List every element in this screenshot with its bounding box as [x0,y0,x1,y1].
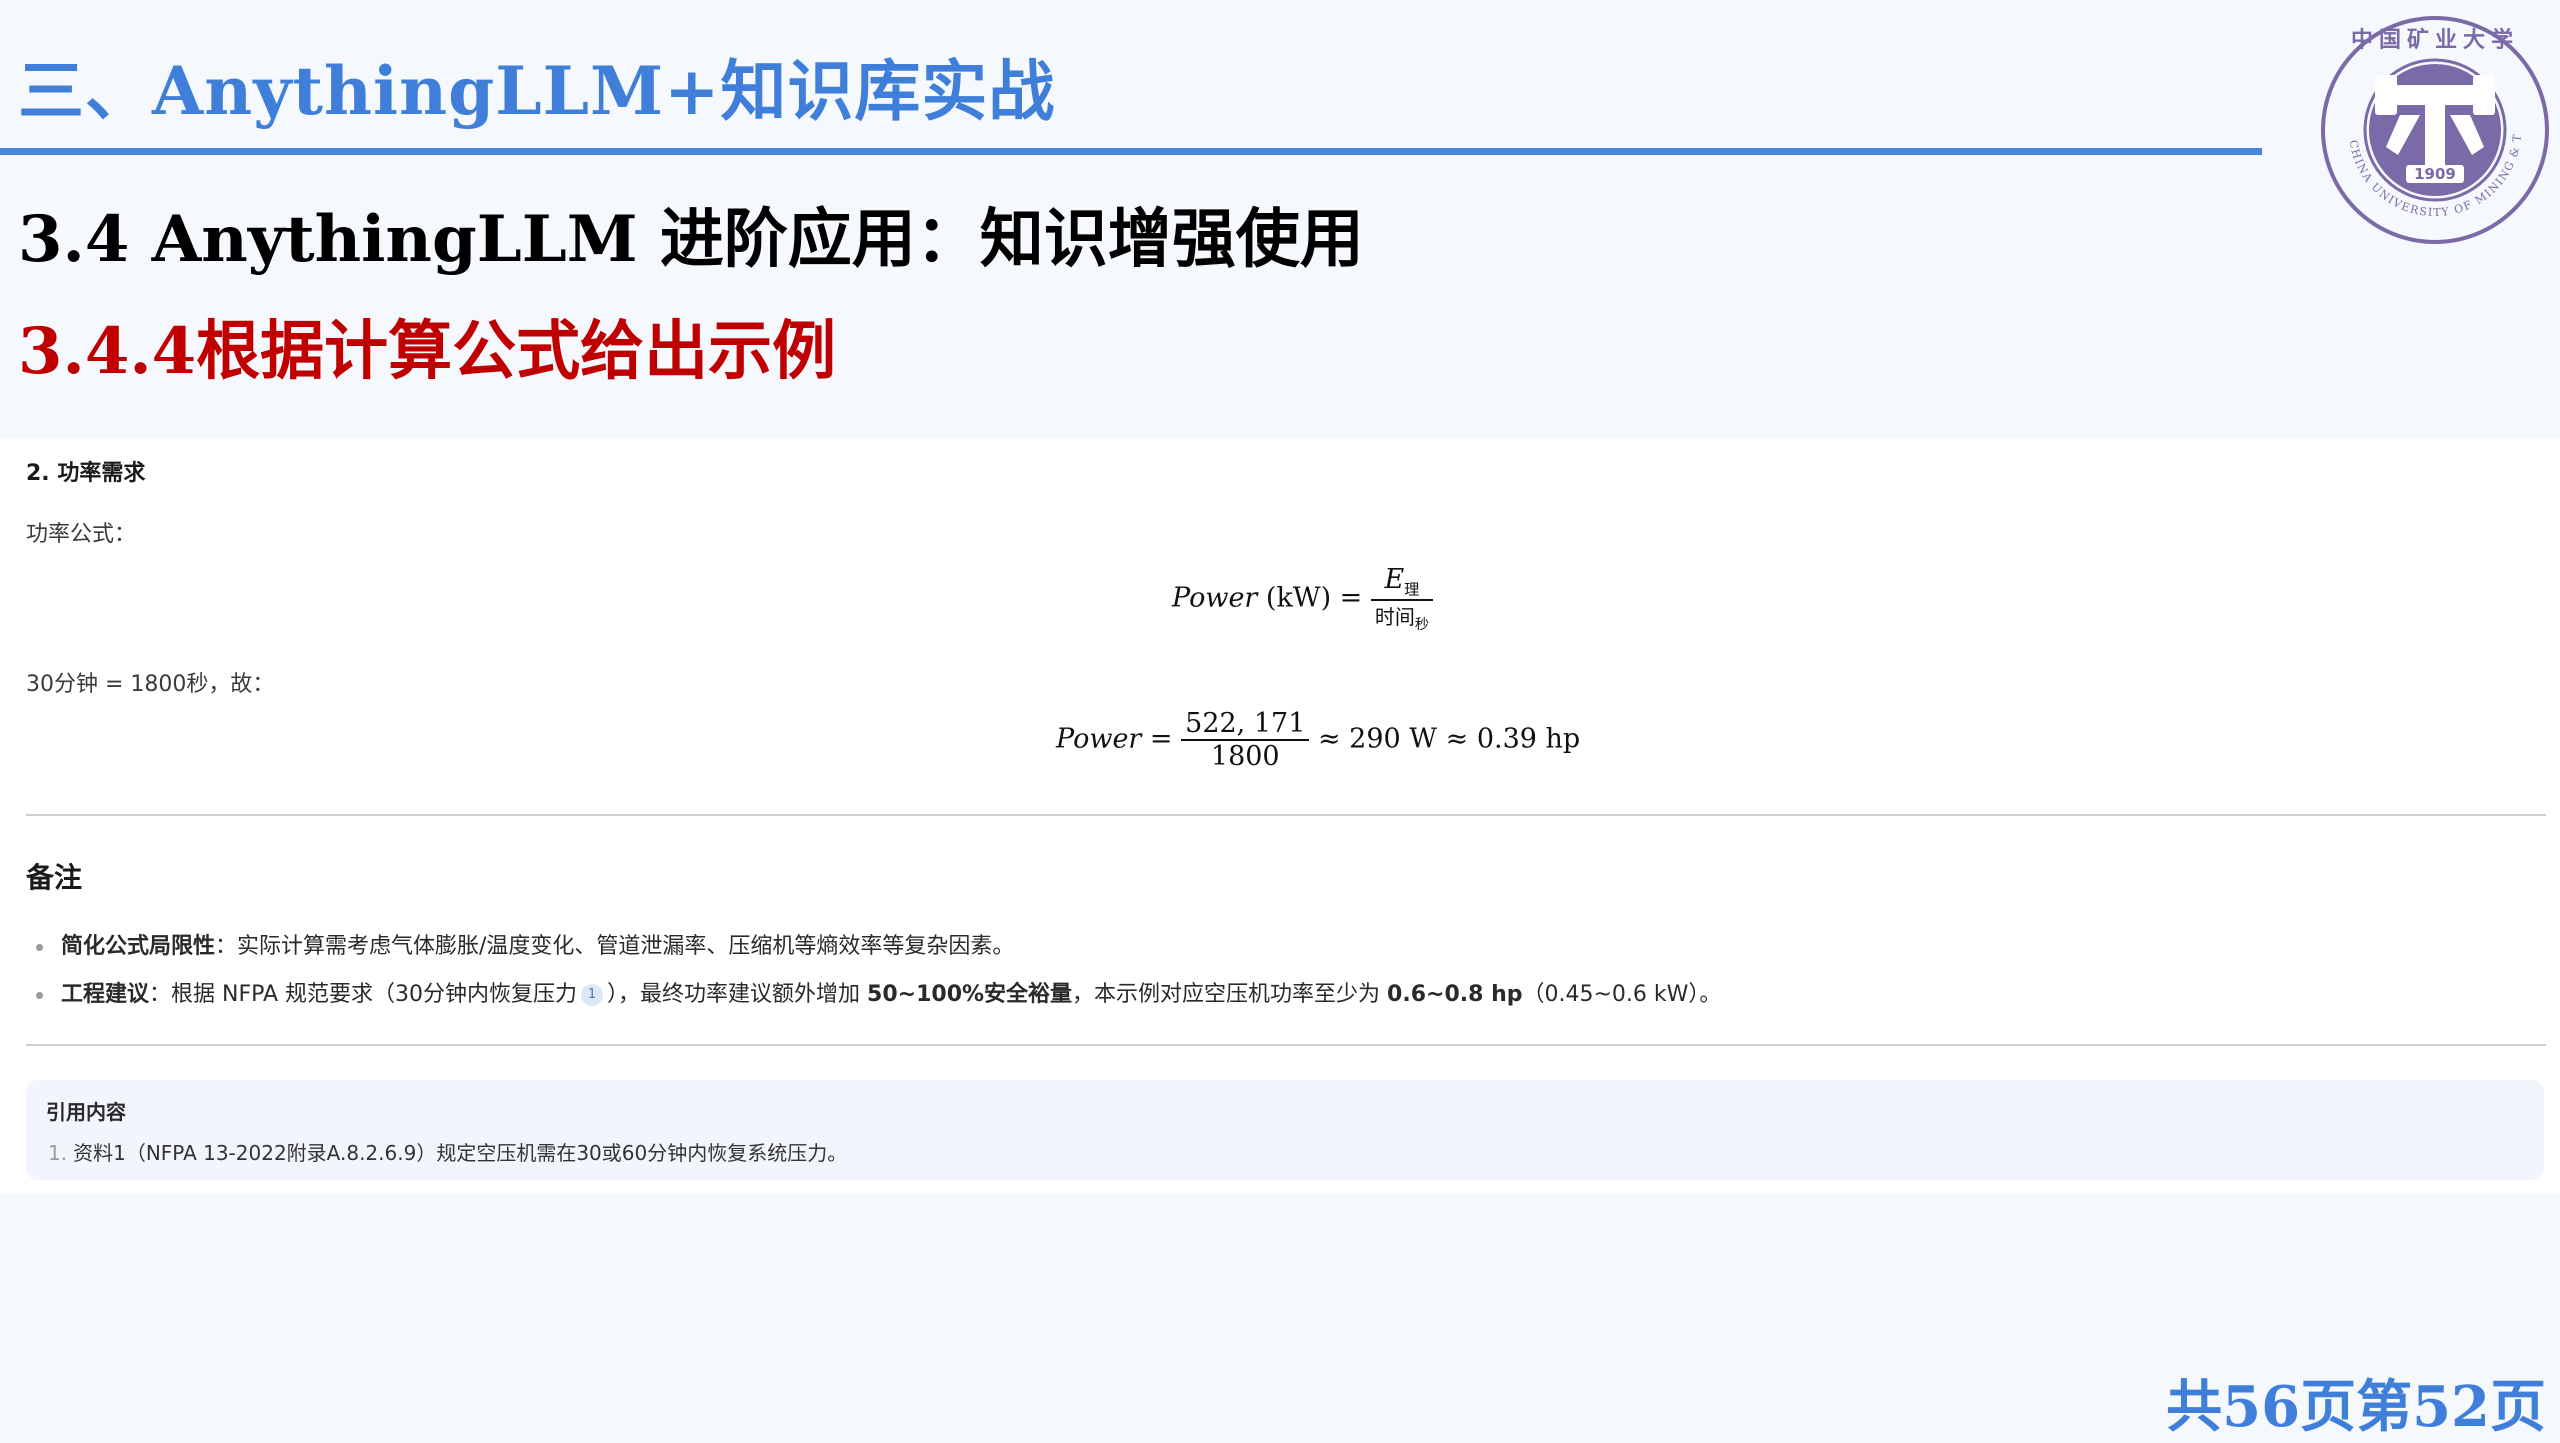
divider [26,814,2546,816]
power-formula: Power (kW) = E理 时间秒 [1172,564,1433,634]
note-text: （0.45~0.6 kW）。 [1522,982,1722,1007]
list-item: 工程建议：根据 NFPA 规范要求（30分钟内恢复压力 1 ），最终功率建议额外增加… [36,976,1721,1008]
section-title: 三、AnythingLLM+知识库实战 [18,52,1056,130]
reference-index: 1. [48,1141,68,1165]
university-logo: CHINA UNIVERSITY OF MINING & TECHNOLOGY … [2320,15,2549,244]
bullet-icon [36,943,43,951]
note-text: ：实际计算需考虑气体膨胀/温度变化、管道泄漏率、压缩机等熵效率等复杂因素。 [215,934,1015,959]
formula1-numerator-sub: 理 [1404,580,1420,599]
list-item: 简化公式局限性：实际计算需考虑气体膨胀/温度变化、管道泄漏率、压缩机等熵效率等复… [36,928,1014,960]
divider [26,1044,2546,1046]
citation-badge[interactable]: 1 [581,984,604,1006]
notes-heading: 备注 [26,861,83,894]
logo-top-text: 中国矿业大学 [2351,27,2519,53]
formula1-lhs-var: Power [1172,582,1258,614]
references-box: 引用内容 1. 资料1（NFPA 13-2022附录A.8.2.6.9）规定空压机… [26,1080,2544,1180]
slide-heading: 3.4 AnythingLLM 进阶应用：知识增强使用 [18,202,1364,277]
title-divider [0,148,2262,155]
formula-intro-text: 功率公式： [26,522,137,547]
power-section-heading: 2. 功率需求 [26,461,146,486]
page-counter: 共56页第52页 [2166,1374,2546,1440]
note-bold-text: 0.6~0.8 hp [1387,982,1523,1007]
note-text: ：根据 NFPA 规范要求（30分钟内恢复压力 [149,982,578,1007]
slide-subheading: 3.4.4根据计算公式给出示例 [18,314,837,389]
logo-year: 1909 [2414,165,2456,183]
bullet-icon [36,991,43,999]
formula2-numerator: 522, 171 [1181,708,1310,741]
formula2-lhs-var: Power [1056,723,1142,755]
reference-item[interactable]: 1. 资料1（NFPA 13-2022附录A.8.2.6.9）规定空压机需在30或… [48,1137,847,1166]
calc-intro-text: 30分钟 = 1800秒，故： [26,672,275,697]
formula2-result: ≈ 290 W ≈ 0.39 hp [1317,723,1581,755]
note-text: ，本示例对应空压机功率至少为 [1072,982,1388,1007]
formula1-denominator: 时间 [1374,605,1415,630]
note-text: ），最终功率建议额外增加 [607,982,868,1007]
note-bold-text: 50~100%安全裕量 [867,982,1073,1007]
formula2-fraction: 522, 171 1800 [1181,708,1310,772]
formula1-numerator: E [1384,564,1405,595]
chat-answer-screenshot: 2. 功率需求 功率公式： Power (kW) = E理 时间秒 30分钟 =… [0,438,2560,1194]
formula1-denominator-sub: 秒 [1414,617,1429,634]
power-calculation: Power = 522, 171 1800 ≈ 290 W ≈ 0.39 hp [1056,708,1580,772]
formula1-lhs-unit: (kW) = [1265,582,1363,614]
note-bold-label: 工程建议 [61,982,150,1007]
formula1-fraction: E理 时间秒 [1370,564,1433,634]
formula2-eq: = [1149,723,1173,755]
formula2-denominator: 1800 [1210,741,1280,772]
references-heading: 引用内容 [46,1100,126,1124]
reference-text: 资料1（NFPA 13-2022附录A.8.2.6.9）规定空压机需在30或60… [73,1141,848,1165]
note-bold-label: 简化公式局限性 [61,934,216,959]
